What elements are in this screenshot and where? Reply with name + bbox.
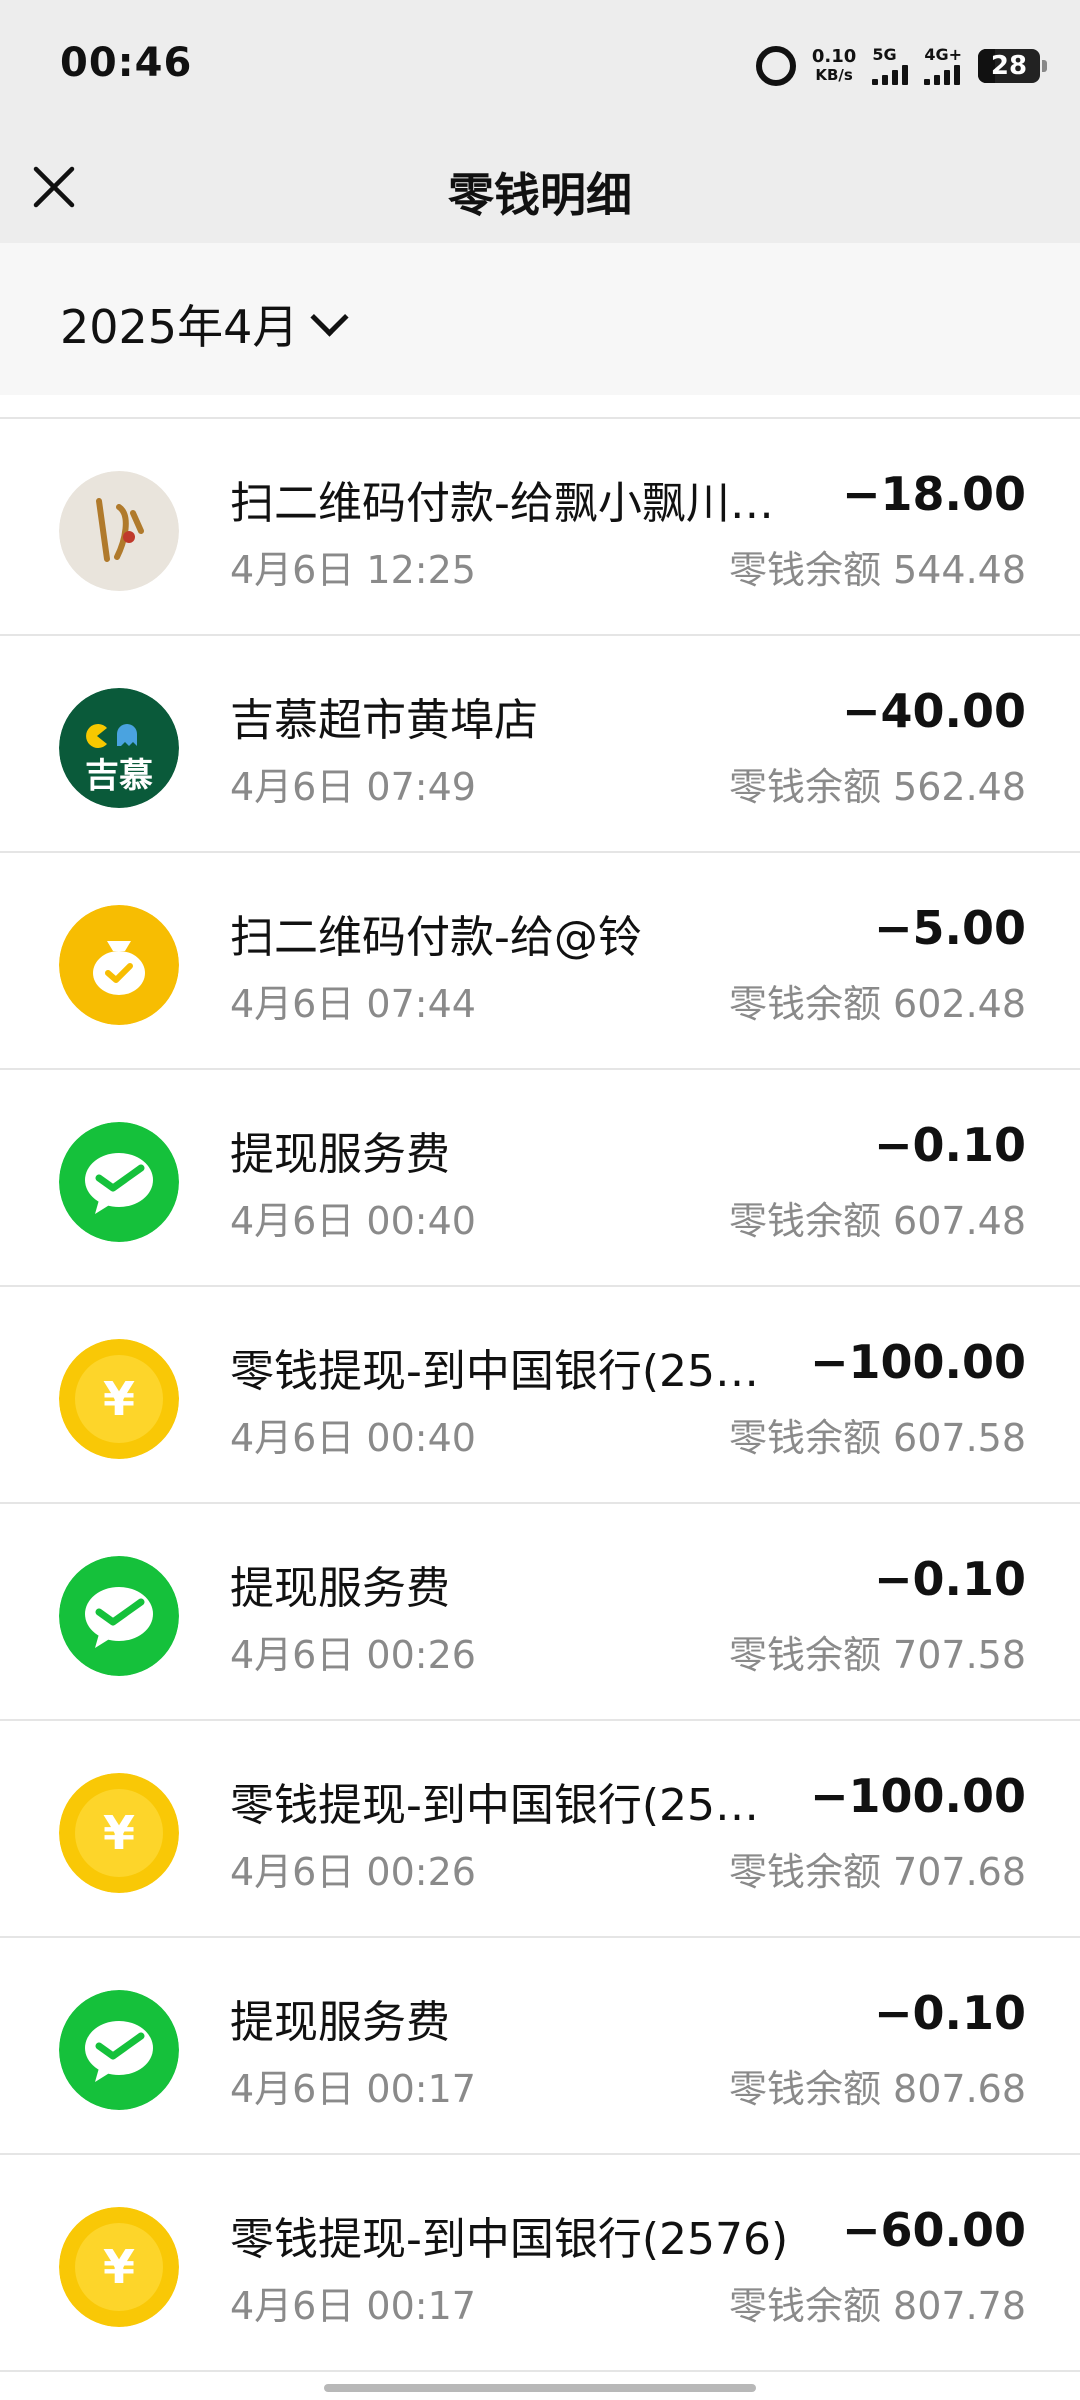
transaction-amount: −40.00 xyxy=(841,684,1026,738)
transaction-amount: −18.00 xyxy=(841,467,1026,521)
transaction-amount: −0.10 xyxy=(873,1118,1026,1172)
status-icons: 0.10 KB/s 5G 4G+ 28 xyxy=(755,40,1047,92)
top-bar: 00:46 0.10 KB/s 5G 4G+ 28 零钱明细 xyxy=(0,0,1080,243)
transaction-row[interactable]: ¥ 零钱提现-到中国银行(25… 4月6日 00:26 −100.00 零钱余额 707… xyxy=(0,1721,1080,1938)
yuan-coin-icon: ¥ xyxy=(59,2207,179,2327)
transaction-name: 提现服务费 xyxy=(230,1997,450,2048)
yuan-coin-icon: ¥ xyxy=(59,1339,179,1459)
transaction-row[interactable]: 吉慕 吉慕超市黄埠店 4月6日 07:49 −40.00 零钱余额 562.48 xyxy=(0,636,1080,853)
transaction-amount: −0.10 xyxy=(873,1986,1026,2040)
transaction-name: 提现服务费 xyxy=(230,1563,450,1614)
transaction-row[interactable]: 扫二维码付款-给@铃 4月6日 07:44 −5.00 零钱余额 602.48 xyxy=(0,853,1080,1070)
month-filter-bar: 2025年4月 xyxy=(0,243,1080,395)
transaction-balance: 零钱余额 807.78 xyxy=(728,2284,1026,2328)
wechat-pay-icon xyxy=(59,1122,179,1242)
battery-level: 28 xyxy=(990,51,1028,81)
transaction-date: 4月6日 00:26 xyxy=(230,1633,476,1677)
transaction-name: 吉慕超市黄埠店 xyxy=(230,695,538,746)
yuan-coin-icon: ¥ xyxy=(59,1773,179,1893)
transaction-row[interactable]: ¥ 零钱提现-到中国银行(25… 4月6日 00:40 −100.00 零钱余额 607… xyxy=(0,1287,1080,1504)
svg-text:¥: ¥ xyxy=(103,1372,135,1426)
transaction-name: 扫二维码付款-给@铃 xyxy=(230,912,642,963)
transaction-date: 4月6日 12:25 xyxy=(230,548,476,592)
jimu-logo-icon: 吉慕 xyxy=(59,688,179,808)
month-label: 2025年4月 xyxy=(60,300,299,354)
transaction-balance: 零钱余额 602.48 xyxy=(728,982,1026,1026)
transaction-name: 零钱提现-到中国银行(2576) xyxy=(230,2214,789,2265)
transaction-date: 4月6日 00:40 xyxy=(230,1416,476,1460)
net-speed-value: 0.10 xyxy=(811,46,857,67)
net-speed-unit: KB/s xyxy=(815,66,853,84)
signal-5g-label: 5G xyxy=(872,45,897,64)
transaction-amount: −100.00 xyxy=(809,1769,1026,1823)
money-bag-icon xyxy=(59,905,179,1025)
wechat-pay-icon xyxy=(59,1556,179,1676)
transaction-name: 提现服务费 xyxy=(230,1129,450,1180)
transaction-row[interactable]: ¥ 零钱提现-到中国银行(2576) 4月6日 00:17 −60.00 零钱余额 80… xyxy=(0,2155,1080,2372)
transaction-name: 扫二维码付款-给飘小飘川… xyxy=(230,478,774,529)
transaction-balance: 零钱余额 607.48 xyxy=(728,1199,1026,1243)
transaction-balance: 零钱余额 607.58 xyxy=(728,1416,1026,1460)
transaction-date: 4月6日 00:40 xyxy=(230,1199,476,1243)
transaction-balance: 零钱余额 544.48 xyxy=(728,548,1026,592)
transaction-amount: −0.10 xyxy=(873,1552,1026,1606)
home-indicator[interactable] xyxy=(324,2384,756,2392)
transaction-date: 4月6日 07:44 xyxy=(230,982,476,1026)
net-speed: 0.10 KB/s xyxy=(811,46,857,85)
signal-4g-label: 4G+ xyxy=(924,45,962,64)
page-title: 零钱明细 xyxy=(448,168,632,222)
alarm-icon xyxy=(755,46,796,86)
jimu-logo-text: 吉慕 xyxy=(85,756,153,796)
chevron-down-icon xyxy=(310,297,349,337)
transaction-balance: 零钱余额 707.68 xyxy=(728,1850,1026,1894)
transaction-balance: 零钱余额 562.48 xyxy=(728,765,1026,809)
transaction-row[interactable]: 扫二维码付款-给飘小飘川… 4月6日 12:25 −18.00 零钱余额 544.48 xyxy=(0,419,1080,636)
status-bar: 00:46 0.10 KB/s 5G 4G+ 28 xyxy=(0,0,1080,135)
nav-bar: 零钱明细 xyxy=(0,135,1080,243)
svg-text:¥: ¥ xyxy=(103,2240,135,2294)
transaction-balance: 零钱余额 807.68 xyxy=(728,2067,1026,2111)
transaction-name: 零钱提现-到中国银行(25… xyxy=(230,1346,760,1397)
transaction-balance: 零钱余额 707.58 xyxy=(728,1633,1026,1677)
transaction-amount: −60.00 xyxy=(841,2203,1026,2257)
signal-5g-icon: 5G xyxy=(872,45,909,85)
month-selector[interactable]: 2025年4月 xyxy=(60,291,349,357)
transaction-name: 零钱提现-到中国银行(25… xyxy=(230,1780,760,1831)
transaction-amount: −100.00 xyxy=(809,1335,1026,1389)
transaction-date: 4月6日 07:49 xyxy=(230,765,476,809)
signal-4g-icon: 4G+ xyxy=(924,47,962,85)
battery-icon: 28 xyxy=(978,49,1047,83)
transaction-row[interactable]: 提现服务费 4月6日 00:40 −0.10 零钱余额 607.48 xyxy=(0,1070,1080,1287)
transaction-row[interactable]: 提现服务费 4月6日 00:17 −0.10 零钱余额 807.68 xyxy=(0,1938,1080,2155)
merchant-photo-icon xyxy=(59,471,179,591)
status-time: 00:46 xyxy=(60,40,193,86)
transaction-date: 4月6日 00:17 xyxy=(230,2284,476,2328)
transaction-date: 4月6日 00:26 xyxy=(230,1850,476,1894)
transaction-row[interactable]: 提现服务费 4月6日 00:26 −0.10 零钱余额 707.58 xyxy=(0,1504,1080,1721)
svg-text:¥: ¥ xyxy=(103,1806,135,1860)
transaction-amount: −5.00 xyxy=(873,901,1026,955)
transaction-date: 4月6日 00:17 xyxy=(230,2067,476,2111)
transaction-list: 扫二维码付款-给飘小飘川… 4月6日 12:25 −18.00 零钱余额 544.48… xyxy=(0,417,1080,2372)
wechat-pay-icon xyxy=(59,1990,179,2110)
